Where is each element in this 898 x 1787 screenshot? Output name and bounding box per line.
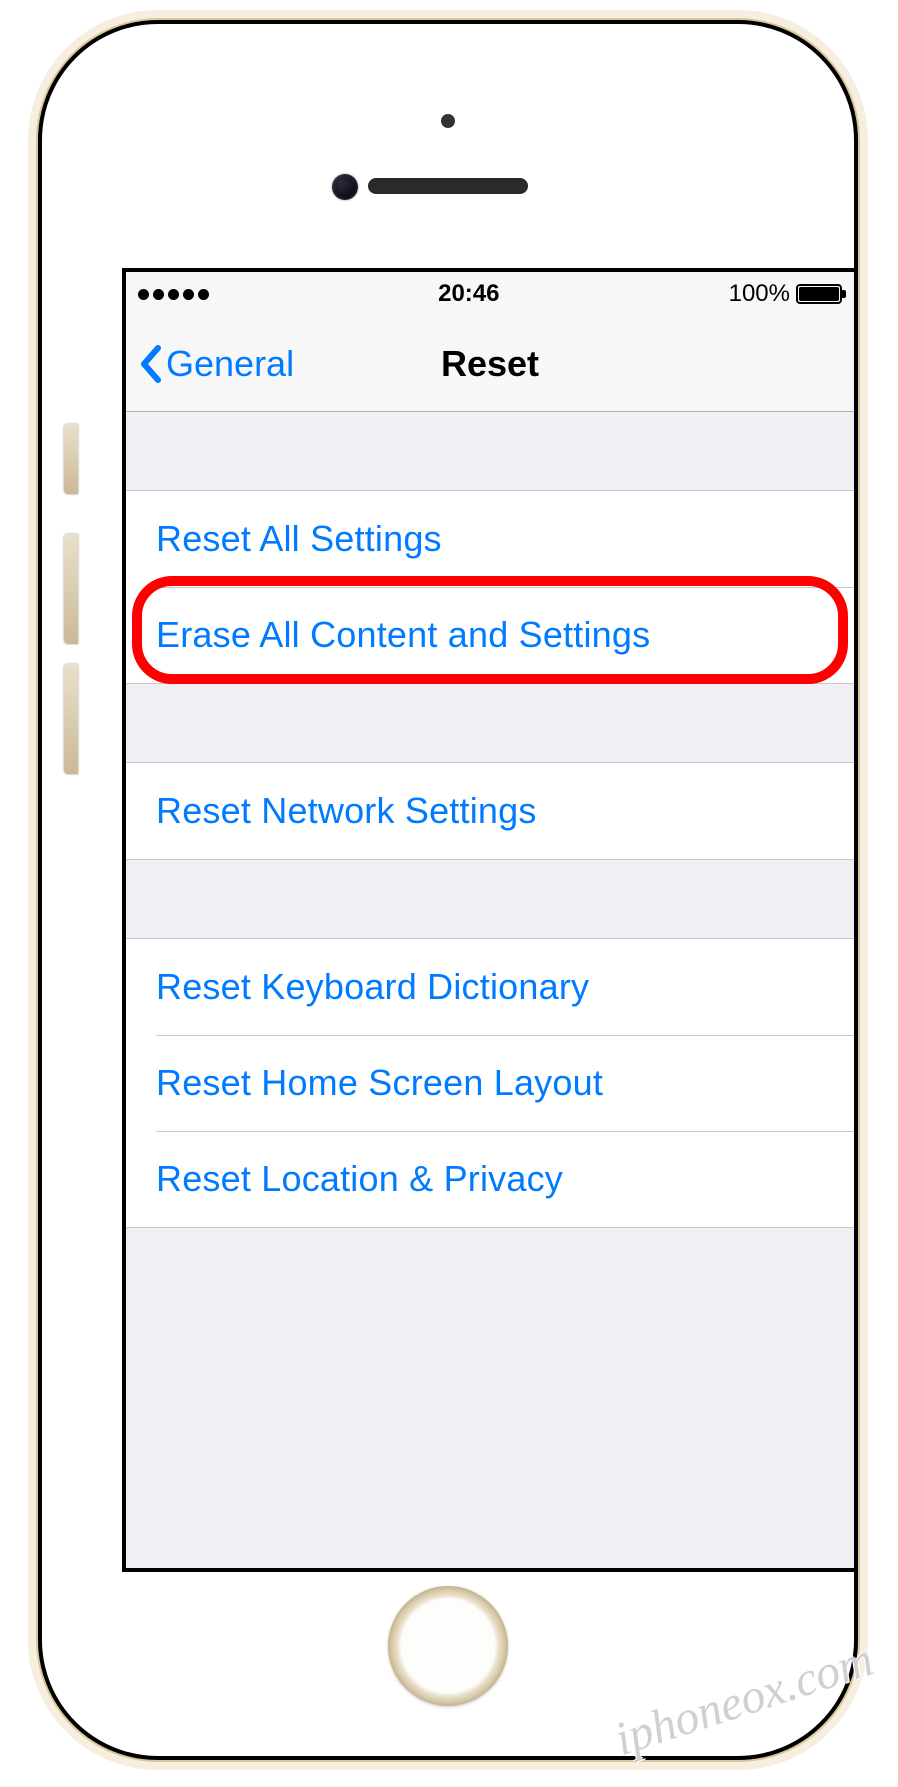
section-spacer bbox=[126, 412, 854, 490]
erase-all-content-row[interactable]: Erase All Content and Settings bbox=[126, 587, 854, 683]
row-label: Reset Keyboard Dictionary bbox=[156, 966, 589, 1008]
navigation-bar: General Reset bbox=[126, 316, 854, 412]
screen: 20:46 100% General Reset Reset All Setti… bbox=[122, 268, 858, 1572]
status-battery: 100% bbox=[729, 280, 842, 308]
section-spacer bbox=[126, 860, 854, 938]
reset-network-row[interactable]: Reset Network Settings bbox=[126, 763, 854, 859]
phone-frame: 20:46 100% General Reset Reset All Setti… bbox=[38, 20, 858, 1760]
reset-all-settings-row[interactable]: Reset All Settings bbox=[126, 491, 854, 587]
signal-strength bbox=[138, 289, 209, 300]
battery-icon bbox=[796, 284, 842, 304]
row-label: Reset Location & Privacy bbox=[156, 1158, 563, 1200]
home-button[interactable] bbox=[388, 1586, 508, 1706]
status-time: 20:46 bbox=[438, 280, 499, 308]
back-label: General bbox=[166, 343, 294, 385]
front-camera-dot bbox=[441, 114, 455, 128]
volume-down-button[interactable] bbox=[64, 664, 78, 774]
back-button[interactable]: General bbox=[138, 343, 294, 385]
section-spacer bbox=[126, 684, 854, 762]
row-label: Reset Network Settings bbox=[156, 790, 537, 832]
reset-home-row[interactable]: Reset Home Screen Layout bbox=[126, 1035, 854, 1131]
status-bar: 20:46 100% bbox=[126, 272, 854, 316]
mute-switch[interactable] bbox=[64, 424, 78, 494]
settings-group-1: Reset All Settings Erase All Content and… bbox=[126, 490, 854, 684]
earpiece-speaker bbox=[368, 178, 528, 194]
reset-keyboard-row[interactable]: Reset Keyboard Dictionary bbox=[126, 939, 854, 1035]
row-label: Reset All Settings bbox=[156, 518, 442, 560]
chevron-left-icon bbox=[138, 344, 162, 384]
settings-group-2: Reset Network Settings bbox=[126, 762, 854, 860]
volume-up-button[interactable] bbox=[64, 534, 78, 644]
row-label: Reset Home Screen Layout bbox=[156, 1062, 603, 1104]
row-label: Erase All Content and Settings bbox=[156, 614, 650, 656]
battery-percent-label: 100% bbox=[729, 280, 790, 308]
reset-location-row[interactable]: Reset Location & Privacy bbox=[126, 1131, 854, 1227]
proximity-sensor bbox=[332, 174, 358, 200]
settings-group-3: Reset Keyboard Dictionary Reset Home Scr… bbox=[126, 938, 854, 1228]
